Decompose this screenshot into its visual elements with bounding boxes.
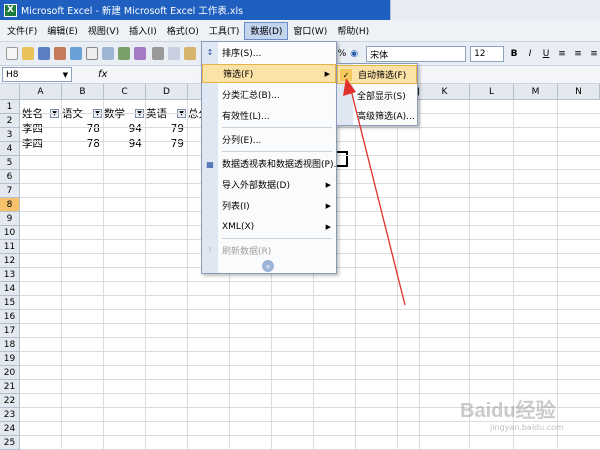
- annotation-arrow-icon: [343, 78, 406, 306]
- watermark: Baidu经验 jingyan.baidu.com: [460, 394, 595, 438]
- watermark-logo: Baidu经验: [460, 400, 556, 422]
- watermark-url: jingyan.baidu.com: [490, 423, 564, 432]
